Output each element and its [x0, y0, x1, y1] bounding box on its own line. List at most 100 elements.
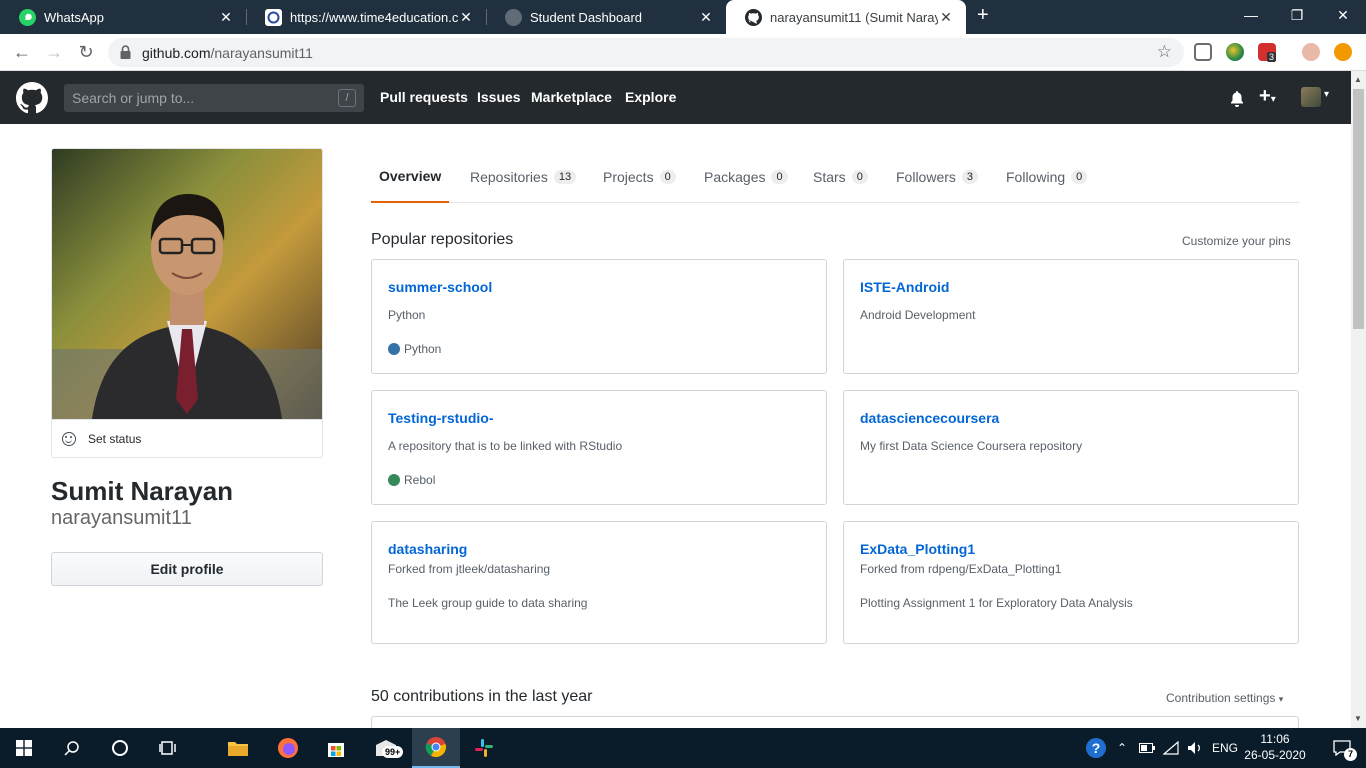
tab-stars[interactable]: Stars 0	[813, 150, 868, 203]
scroll-down-arrow-icon[interactable]: ▼	[1354, 714, 1362, 723]
cortana-icon[interactable]	[96, 728, 144, 768]
tab-label: Repositories	[470, 168, 548, 185]
set-status-label: Set status	[88, 432, 142, 446]
svg-text:?: ?	[1092, 740, 1101, 756]
bookmark-star-icon[interactable]: ☆	[1157, 42, 1172, 62]
address-bar[interactable]: github.com/narayansumit11 ☆	[108, 38, 1184, 67]
chevron-down-icon[interactable]: ▾	[1324, 89, 1329, 100]
customize-pins-link[interactable]: Customize your pins	[1182, 234, 1291, 248]
browser-toolbar: ← → ↻ github.com/narayansumit11 ☆ 3	[0, 34, 1366, 71]
close-tab-icon[interactable]: ✕	[218, 9, 234, 26]
nav-explore[interactable]: Explore	[625, 89, 676, 105]
profile-avatar-icon[interactable]	[1302, 43, 1320, 61]
new-tab-button[interactable]: +	[977, 4, 997, 28]
repo-card: ISTE-Android Android Development	[843, 259, 1299, 374]
extension-orange-icon[interactable]	[1334, 43, 1352, 61]
task-view-icon[interactable]	[144, 728, 192, 768]
reload-button[interactable]: ↻	[74, 40, 98, 64]
minimize-button[interactable]: —	[1228, 0, 1274, 30]
windows-start-icon[interactable]	[0, 728, 48, 768]
adblock-badge: 3	[1267, 52, 1277, 62]
repo-name-link[interactable]: ISTE-Android	[860, 279, 949, 295]
tab-packages[interactable]: Packages 0	[704, 150, 788, 203]
adblock-icon[interactable]: 3	[1258, 43, 1277, 62]
github-logo-icon[interactable]	[16, 82, 48, 114]
input-language[interactable]: ENG	[1212, 741, 1238, 755]
search-input[interactable]	[64, 84, 334, 112]
back-button[interactable]: ←	[10, 40, 34, 64]
edit-profile-button[interactable]: Edit profile	[51, 552, 323, 586]
scroll-up-arrow-icon[interactable]: ▲	[1354, 75, 1362, 84]
repo-name-link[interactable]: datasharing	[388, 541, 467, 557]
page-scrollbar[interactable]: ▲ ▼	[1351, 71, 1366, 728]
repo-card: ExData_Plotting1 Forked from rdpeng/ExDa…	[843, 521, 1299, 644]
repo-language: Rebol	[388, 473, 435, 487]
tab-count-badge: 3	[961, 169, 979, 184]
show-hidden-icons-icon[interactable]: ⌃	[1112, 728, 1132, 768]
slack-icon[interactable]	[460, 728, 508, 768]
nav-issues[interactable]: Issues	[477, 89, 521, 105]
chevron-down-icon: ▾	[1270, 94, 1276, 105]
extension-cycle-icon[interactable]	[1194, 43, 1212, 61]
tab-followers[interactable]: Followers 3	[896, 150, 979, 203]
battery-icon[interactable]	[1136, 728, 1158, 768]
contribution-settings-dropdown[interactable]: Contribution settings ▾	[1166, 691, 1283, 705]
tab-count-badge: 0	[771, 169, 788, 184]
popular-repositories-title: Popular repositories	[371, 231, 514, 248]
close-tab-icon[interactable]: ✕	[938, 9, 954, 26]
profile-photo[interactable]	[52, 149, 322, 419]
nav-marketplace[interactable]: Marketplace	[531, 89, 612, 105]
tab-title: WhatsApp	[44, 9, 104, 25]
tab-overview[interactable]: Overview	[371, 150, 450, 203]
profile-avatar-card: Set status	[51, 148, 323, 458]
repo-name-link[interactable]: summer-school	[388, 279, 492, 295]
tab-label: Following	[1006, 168, 1066, 185]
close-window-button[interactable]: ✕	[1320, 0, 1366, 30]
time4education-icon	[265, 8, 282, 26]
mail-icon[interactable]: 99+	[362, 728, 410, 768]
scrollbar-thumb[interactable]	[1353, 89, 1364, 329]
tab-title: Student Dashboard	[530, 9, 643, 25]
action-center-icon[interactable]: 7	[1318, 728, 1366, 768]
system-clock[interactable]: 11:06 26-05-2020	[1244, 732, 1306, 762]
chrome-taskbar-icon[interactable]	[412, 728, 460, 768]
browser-tab-github-profile[interactable]: narayansumit11 (Sumit Narayan) ✕	[726, 0, 966, 34]
repo-description: Android Development	[860, 308, 976, 322]
browser-tab-student-dashboard[interactable]: Student Dashboard ✕	[486, 0, 726, 34]
repo-fork-source[interactable]: Forked from rdpeng/ExData_Plotting1	[860, 562, 1061, 576]
set-status-button[interactable]: Set status	[52, 419, 322, 457]
contributions-title: 50 contributions in the last year	[371, 688, 593, 705]
tab-title: narayansumit11 (Sumit Narayan)	[770, 9, 938, 25]
tab-projects[interactable]: Projects 0	[603, 150, 676, 203]
tab-repositories[interactable]: Repositories 13	[470, 150, 577, 203]
repo-description: My first Data Science Coursera repositor…	[860, 439, 1083, 453]
firefox-icon[interactable]	[264, 728, 312, 768]
repo-name-link[interactable]: ExData_Plotting1	[860, 541, 975, 557]
nav-pull-requests[interactable]: Pull requests	[380, 89, 468, 105]
wifi-icon[interactable]	[1160, 728, 1182, 768]
notification-bell-icon[interactable]	[1229, 90, 1245, 107]
repo-name-link[interactable]: Testing-rstudio-	[388, 410, 494, 426]
volume-icon[interactable]	[1184, 728, 1206, 768]
microsoft-store-icon[interactable]	[312, 728, 360, 768]
close-tab-icon[interactable]: ✕	[458, 9, 474, 26]
search-icon[interactable]	[48, 728, 96, 768]
restore-button[interactable]: ❐	[1274, 0, 1320, 30]
browser-tab-time4education[interactable]: https://www.time4education.com ✕	[246, 0, 486, 34]
tab-following[interactable]: Following 0	[1006, 150, 1088, 203]
clock-date: 26-05-2020	[1244, 748, 1306, 762]
chevron-down-icon: ▾	[1278, 694, 1284, 704]
user-avatar-icon[interactable]	[1301, 87, 1321, 107]
repo-card: Testing-rstudio- A repository that is to…	[371, 390, 827, 505]
repo-fork-source[interactable]: Forked from jtleek/datasharing	[388, 562, 550, 576]
help-icon[interactable]: ?	[1082, 728, 1110, 768]
create-new-icon[interactable]: +▾	[1259, 85, 1276, 108]
extension-globe-icon[interactable]	[1226, 43, 1244, 61]
create-new-label: +	[1259, 85, 1271, 107]
browser-tab-whatsapp[interactable]: WhatsApp ✕	[0, 0, 246, 34]
repo-name-link[interactable]: datasciencecoursera	[860, 410, 999, 426]
file-explorer-icon[interactable]	[214, 728, 262, 768]
close-tab-icon[interactable]: ✕	[698, 9, 714, 26]
forward-button[interactable]: →	[42, 40, 66, 64]
tab-count-badge: 0	[851, 169, 868, 184]
